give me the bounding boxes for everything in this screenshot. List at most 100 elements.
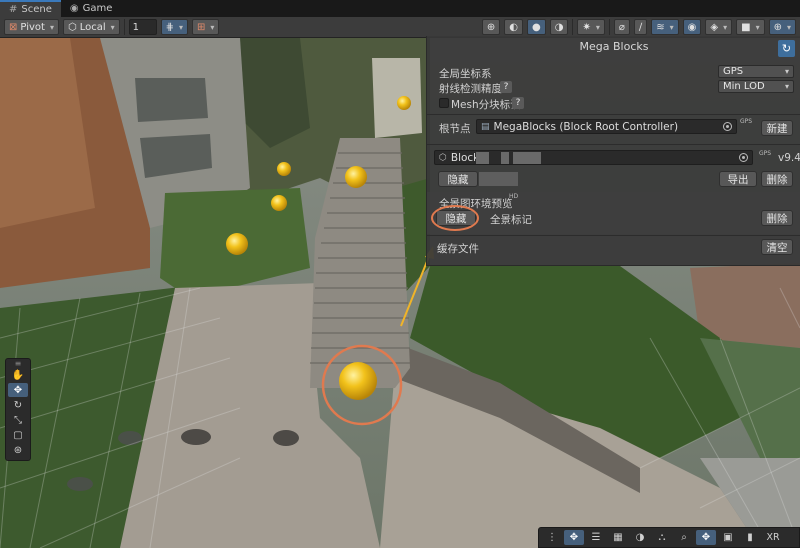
refresh-button[interactable]: ↻ (778, 40, 795, 57)
grid-size-field[interactable]: 1 (128, 19, 157, 35)
scene-effects-dropdown[interactable]: ≋ (651, 19, 679, 35)
rotate-icon: ↻ (13, 399, 23, 411)
rect-tool-button[interactable]: ▢ (8, 428, 28, 442)
delete-block-button[interactable]: 删除 (761, 171, 793, 187)
local-label: Local (79, 21, 106, 33)
block-picker-icon[interactable] (739, 153, 748, 162)
increment-snap-dropdown[interactable]: ⊞ (192, 19, 220, 35)
scale-tool-button[interactable]: ⤡ (8, 413, 28, 427)
pivot-dropdown[interactable]: ⊠ Pivot (4, 19, 59, 35)
mega-blocks-panel: Mega Blocks ↻ 全局坐标系 GPS 射线检测精度 ? Min LOD… (426, 36, 800, 266)
refresh-icon: ↻ (781, 42, 792, 55)
tab-scene-label: Scene (21, 4, 52, 15)
transform-button[interactable]: ✥ (696, 530, 716, 545)
ray-precision-select[interactable]: Min LOD (718, 80, 794, 93)
annotation-ellipse (431, 205, 479, 231)
panel-title: Mega Blocks (579, 40, 649, 53)
shading-lit-button[interactable]: ◑ (549, 19, 569, 35)
hand-tool-button[interactable]: ✋ (8, 368, 28, 382)
object-picker-icon[interactable] (723, 122, 732, 131)
panorama-marker[interactable] (226, 233, 248, 255)
layers-stack-icon: ≋ (656, 21, 665, 33)
half-sphere-icon: ◐ (509, 21, 518, 33)
ray-precision-help-icon[interactable]: ? (500, 81, 512, 93)
root-node-field[interactable]: ▤ MegaBlocks (Block Root Controller) (476, 119, 737, 134)
sliders-icon: ☰ (591, 532, 601, 543)
panorama-marker[interactable] (271, 195, 287, 211)
cameras-button[interactable]: ▣ (718, 530, 738, 545)
new-button[interactable]: 新建 (761, 120, 793, 136)
shading-wireframe-button[interactable]: ⊕ (481, 19, 501, 35)
transform-tool-button[interactable]: ⊛ (8, 443, 28, 457)
pivot-icon: ⊠ (9, 21, 18, 33)
local-space-icon: ⬡ (67, 21, 77, 33)
cube-icon: ⬡ (439, 152, 447, 163)
grip-icon[interactable]: ≡ (8, 360, 28, 368)
camera-dropdown[interactable]: ■ (736, 19, 765, 35)
editor-tab-bar: # Scene ◉ Game (0, 0, 800, 17)
increment-snap-icon: ⊞ (197, 21, 206, 33)
grid-snap-icon: ⋕ (165, 21, 175, 33)
ray-precision-label: 射线检测精度 (439, 83, 502, 95)
camera-icon: ▣ (723, 532, 733, 543)
cache-files-label: 缓存文件 (437, 243, 479, 255)
redacted-mask (501, 152, 509, 164)
lit-sphere-icon: ◑ (554, 21, 564, 33)
root-node-value: MegaBlocks (Block Root Controller) (493, 120, 679, 133)
move-tool-button[interactable]: ✥ (8, 383, 28, 397)
panorama-marker[interactable] (397, 96, 411, 110)
redacted-mask (476, 152, 489, 164)
xr-button[interactable]: XR (762, 530, 784, 545)
search-icon: ⌕ (681, 532, 687, 543)
scale-icon: ⤡ (14, 414, 22, 426)
grid-visibility-button[interactable]: ▦ (608, 530, 628, 545)
shading-shaded-button[interactable]: ● (526, 19, 546, 35)
tab-scene[interactable]: # Scene (0, 0, 61, 17)
effects-toggle-button[interactable]: ∕ (633, 19, 648, 35)
panorama-marker[interactable] (345, 166, 367, 188)
grid-snap-dropdown[interactable]: ⋕ (160, 19, 189, 35)
grip-icon[interactable]: ⋮ (542, 530, 562, 545)
rect-icon: ▢ (13, 429, 23, 441)
hide-block-button[interactable]: 隐藏 (438, 171, 478, 187)
nav-mesh-button[interactable]: ⛬ (652, 530, 672, 545)
tab-game-label: Game (82, 3, 113, 14)
global-coord-label: 全局坐标系 (439, 68, 492, 80)
preview-delete-button[interactable]: 删除 (761, 210, 793, 226)
local-dropdown[interactable]: ⬡ Local (62, 19, 120, 35)
mesh-mark-help-icon[interactable]: ? (512, 97, 524, 109)
panorama-marker-selected[interactable] (339, 362, 377, 400)
gizmos-dropdown[interactable]: ⊕ (768, 19, 796, 35)
mute-icon: ⌀ (618, 21, 625, 33)
globe-icon: ⊕ (773, 21, 782, 33)
audio-toggle-button[interactable]: ⌀ (613, 19, 630, 35)
scene-visibility-button[interactable]: ◉ (682, 19, 702, 35)
rotate-tool-button[interactable]: ↻ (8, 398, 28, 412)
search-button[interactable]: ⌕ (674, 530, 694, 545)
block-version: v9.4 (778, 152, 800, 164)
eye-icon: ◉ (687, 21, 697, 33)
stats-button[interactable]: ▮ (740, 530, 760, 545)
tab-game[interactable]: ◉ Game (61, 0, 122, 17)
script-icon: ▤ (481, 121, 490, 132)
draw-mode-button[interactable]: ◑ (630, 530, 650, 545)
clear-cache-button[interactable]: 清空 (761, 239, 793, 255)
gamepad-icon: ◉ (69, 3, 79, 14)
mesh-mark-checkbox[interactable] (439, 98, 449, 108)
global-coord-select[interactable]: GPS (718, 65, 794, 78)
export-button[interactable]: 导出 (719, 171, 757, 187)
snap-settings-button[interactable]: ☰ (586, 530, 606, 545)
wireframe-sphere-icon: ⊕ (486, 21, 496, 33)
panorama-marker[interactable] (277, 162, 291, 176)
hd-tag: HD (509, 193, 519, 200)
shaded-sphere-icon: ◑ (635, 532, 645, 543)
solid-sphere-icon: ● (531, 21, 541, 33)
debug-draw-dropdown[interactable]: ✷ (577, 19, 605, 35)
scene-overlay-toolbar: ⋮ ✥ ☰ ▦ ◑ ⛬ ⌕ ✥ ▣ ▮ XR (538, 527, 800, 548)
move-arrows-icon: ✥ (701, 532, 711, 543)
render-layers-dropdown[interactable]: ◈ (705, 19, 733, 35)
shading-mixed-button[interactable]: ◐ (504, 19, 523, 35)
hash-icon: # (9, 4, 18, 15)
bug-icon: ✷ (582, 21, 591, 33)
move-handle-button[interactable]: ✥ (564, 530, 584, 545)
